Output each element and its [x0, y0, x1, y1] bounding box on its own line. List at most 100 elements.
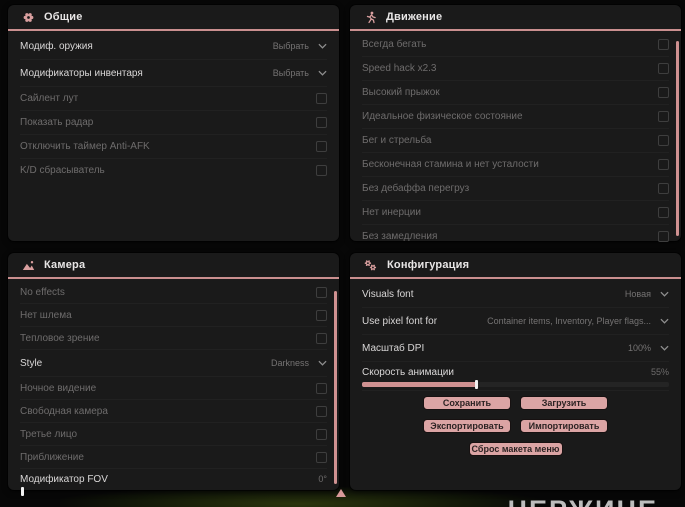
row-inventory-mods: Модификаторы инвентаря Выбрать [20, 59, 327, 86]
toggle-label: Идеальное физическое состояние [362, 111, 523, 122]
slider-value: 55% [650, 367, 669, 377]
panel-config-body: Visuals font Новая Use pixel font for Co… [350, 279, 681, 460]
checkbox[interactable] [316, 309, 327, 321]
row-third-person[interactable]: Третье лицо [20, 422, 327, 445]
dropdown-value: 100% [627, 343, 651, 353]
checkbox[interactable] [316, 141, 327, 152]
slider-thumb[interactable] [21, 487, 24, 496]
checkbox[interactable] [658, 159, 669, 170]
checkbox[interactable] [316, 382, 327, 394]
checkbox[interactable] [316, 428, 327, 440]
row-run-and-shoot[interactable]: Бег и стрельба [362, 128, 669, 152]
checkbox[interactable] [658, 135, 669, 146]
toggle-label: Сайлент лут [20, 93, 79, 104]
checkbox[interactable] [658, 111, 669, 122]
toggle-label: Всегда бегать [362, 39, 427, 50]
dropdown-label: Масштаб DPI [362, 342, 425, 354]
dropdown-value: Выбрать [272, 68, 309, 78]
row-perfect-condition[interactable]: Идеальное физическое состояние [362, 104, 669, 128]
chevron-down-icon [318, 360, 327, 366]
panel-config-header[interactable]: Конфигурация [350, 253, 681, 279]
row-show-radar[interactable]: Показать радар [20, 110, 327, 134]
row-style: Style Darkness [20, 349, 327, 376]
row-always-run[interactable]: Всегда бегать [362, 33, 669, 56]
row-speed-hack[interactable]: Speed hack x2.3 [362, 56, 669, 80]
row-pixel-font: Use pixel font for Container items, Inve… [362, 307, 669, 334]
checkbox[interactable] [658, 63, 669, 74]
row-no-helmet[interactable]: Нет шлема [20, 303, 327, 326]
row-no-effects[interactable]: No effects [20, 281, 327, 303]
slider-fill [362, 382, 476, 387]
chevron-down-icon [318, 43, 327, 49]
checkbox[interactable] [316, 451, 327, 463]
scrollbar[interactable] [334, 291, 337, 484]
panel-camera-header[interactable]: Камера [8, 253, 339, 279]
panel-general-body: Модиф. оружия Выбрать Модификаторы инвен… [8, 31, 339, 182]
row-zoom[interactable]: Приближение [20, 445, 327, 468]
export-button[interactable]: Экспортировать [423, 419, 511, 433]
visuals-font-dropdown[interactable]: Новая [625, 289, 669, 299]
save-button[interactable]: Сохранить [423, 396, 511, 410]
row-thermal-vision[interactable]: Тепловое зрение [20, 326, 327, 349]
checkbox[interactable] [658, 231, 669, 242]
checkbox[interactable] [658, 207, 669, 218]
slider-thumb[interactable] [474, 380, 478, 389]
row-no-slowdown[interactable]: Без замедления [362, 224, 669, 248]
checkbox[interactable] [658, 39, 669, 50]
row-animation-speed: Скорость анимации 55% [362, 361, 669, 390]
checkbox[interactable] [658, 87, 669, 98]
inventory-mods-dropdown[interactable]: Выбрать [273, 68, 327, 78]
watermark-text: ЧЕРЖИНЕ [508, 495, 658, 507]
import-button[interactable]: Импортировать [520, 419, 608, 433]
weapon-mod-dropdown[interactable]: Выбрать [273, 41, 327, 51]
scrollbar[interactable] [676, 41, 679, 236]
checkbox[interactable] [316, 332, 327, 344]
row-no-inertia[interactable]: Нет инерции [362, 200, 669, 224]
checkbox[interactable] [316, 165, 327, 176]
row-night-vision[interactable]: Ночное видение [20, 376, 327, 399]
checkbox[interactable] [316, 286, 327, 298]
chevron-down-icon [660, 318, 669, 324]
toggle-label: Без дебаффа перегруз [362, 183, 470, 194]
toggle-label: K/D сбрасыватель [20, 165, 105, 176]
row-infinite-stamina[interactable]: Бесконечная стамина и нет усталости [362, 152, 669, 176]
row-anti-afk[interactable]: Отключить таймер Anti-AFK [20, 134, 327, 158]
slider-value: 0° [318, 474, 327, 484]
fov-slider[interactable] [20, 487, 327, 496]
row-free-camera[interactable]: Свободная камера [20, 399, 327, 422]
style-dropdown[interactable]: Darkness [271, 358, 327, 368]
toggle-label: Приближение [20, 451, 84, 463]
row-silent-loot[interactable]: Сайлент лут [20, 86, 327, 110]
row-fov-modifier: Модификатор FOV 0° [20, 468, 327, 497]
row-weapon-mod: Модиф. оружия Выбрать [20, 33, 327, 59]
pixel-font-dropdown[interactable]: Container items, Inventory, Player flags… [487, 316, 669, 326]
toggle-label: Третье лицо [20, 428, 78, 440]
dpi-scale-dropdown[interactable]: 100% [628, 343, 669, 353]
checkbox[interactable] [658, 183, 669, 194]
dropdown-label: Use pixel font for [362, 315, 438, 327]
dropdown-label: Style [20, 357, 43, 369]
row-high-jump[interactable]: Высокий прыжок [362, 80, 669, 104]
toggle-label: Speed hack x2.3 [362, 63, 437, 74]
animation-speed-slider[interactable] [362, 380, 669, 389]
panel-title: Движение [386, 11, 443, 23]
panel-camera-body: No effects Нет шлема Тепловое зрение Sty… [8, 279, 339, 497]
gears-icon [364, 259, 378, 272]
row-no-overload-debuff[interactable]: Без дебаффа перегруз [362, 176, 669, 200]
checkbox[interactable] [316, 117, 327, 128]
checkbox[interactable] [316, 93, 327, 104]
runner-icon [364, 11, 377, 24]
checkbox[interactable] [316, 405, 327, 417]
slider-label: Модификатор FOV [20, 473, 108, 485]
toggle-label: Свободная камера [20, 405, 108, 417]
panel-general-header[interactable]: Общие [8, 5, 339, 31]
load-button[interactable]: Загрузить [520, 396, 608, 410]
panel-movement: Движение Всегда бегать Speed hack x2.3 В… [350, 5, 681, 242]
panel-movement-header[interactable]: Движение [350, 5, 681, 31]
row-kd-resetter[interactable]: K/D сбрасыватель [20, 158, 327, 182]
button-row-2: Экспортировать Импортировать [362, 414, 669, 437]
dropdown-label: Модиф. оружия [20, 40, 93, 52]
reset-menu-layout-button[interactable]: Сброс макета меню [468, 442, 563, 456]
chevron-down-icon [318, 70, 327, 76]
dropdown-value: Container items, Inventory, Player flags… [487, 316, 651, 326]
